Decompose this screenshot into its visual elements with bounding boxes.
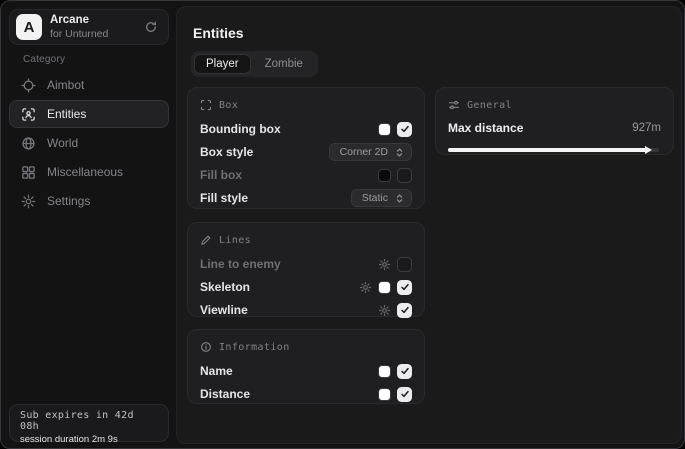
setting-label: Fill style <box>200 191 351 205</box>
max-distance-slider[interactable] <box>448 146 661 154</box>
sidebar-item-label: Entities <box>47 107 86 121</box>
setting-row-line-to-enemy: Line to enemy <box>200 253 412 275</box>
setting-row-max-distance: Max distance 927m <box>448 118 661 138</box>
setting-label: Max distance <box>448 121 632 135</box>
setting-label: Line to enemy <box>200 257 378 271</box>
crosshair-icon <box>21 78 36 93</box>
setting-row-fill-box: Fill box <box>200 164 412 186</box>
tab-zombie[interactable]: Zombie <box>253 54 315 74</box>
chevron-up-down-icon <box>394 147 405 158</box>
setting-label: Box style <box>200 145 329 159</box>
lines-section-title: Lines <box>219 235 251 246</box>
setting-row-bounding-box: Bounding box <box>200 118 412 140</box>
setting-label: Distance <box>200 387 378 401</box>
fill-style-dropdown[interactable]: Static <box>351 189 412 207</box>
sidebar-header: A Arcane for Unturned <box>9 9 169 45</box>
checkbox[interactable] <box>397 387 412 402</box>
checkbox[interactable] <box>397 122 412 137</box>
color-swatch[interactable] <box>378 123 391 136</box>
setting-row-viewline: Viewline <box>200 299 412 321</box>
sidebar-nav: Aimbot Entities World <box>9 71 169 216</box>
sidebar-item-label: Aimbot <box>47 78 84 92</box>
entity-tabs: Player Zombie <box>191 51 318 77</box>
sync-icon[interactable] <box>144 20 158 34</box>
page-title: Entities <box>193 25 244 41</box>
setting-label: Fill box <box>200 168 378 182</box>
max-distance-value: 927m <box>632 122 661 134</box>
scan-person-icon <box>21 107 36 122</box>
setting-label: Viewline <box>200 303 378 317</box>
setting-row-fill-style: Fill style Static <box>200 187 412 209</box>
dropdown-value: Corner 2D <box>340 146 388 158</box>
subscription-info: Sub expires in 42d 08h session duration … <box>9 404 169 442</box>
sidebar-item-entities[interactable]: Entities <box>9 100 169 128</box>
setting-row-box-style: Box style Corner 2D <box>200 141 412 163</box>
box-section-header: Box <box>200 99 412 111</box>
slider-handle[interactable] <box>645 146 652 154</box>
dropdown-value: Static <box>362 192 388 204</box>
color-swatch[interactable] <box>378 281 391 294</box>
box-brackets-icon <box>200 99 212 111</box>
slider-fill <box>448 148 646 152</box>
category-label: Category <box>23 54 65 65</box>
app-title: Arcane <box>50 14 136 27</box>
app-title-block: Arcane for Unturned <box>50 14 136 39</box>
checkbox[interactable] <box>397 168 412 183</box>
setting-label: Skeleton <box>200 280 359 294</box>
row-settings-gear-icon[interactable] <box>378 304 391 317</box>
setting-label: Bounding box <box>200 122 378 136</box>
setting-row-name: Name <box>200 360 412 382</box>
information-section-header: Information <box>200 341 412 353</box>
tab-player[interactable]: Player <box>194 54 251 74</box>
color-swatch[interactable] <box>378 169 391 182</box>
sliders-icon <box>448 99 460 111</box>
color-swatch[interactable] <box>378 365 391 378</box>
gear-icon <box>21 194 36 209</box>
sub-expiry-text: Sub expires in 42d 08h <box>20 410 158 432</box>
sidebar-item-label: Settings <box>47 194 90 208</box>
color-swatch[interactable] <box>378 388 391 401</box>
sidebar-item-world[interactable]: World <box>9 129 169 157</box>
info-icon <box>200 341 212 353</box>
box-style-dropdown[interactable]: Corner 2D <box>329 143 412 161</box>
grid-icon <box>21 165 36 180</box>
sidebar-item-label: World <box>47 136 78 150</box>
information-section: Information Name Distance <box>187 329 425 404</box>
session-duration-text: session duration 2m 9s <box>20 434 158 445</box>
setting-row-distance: Distance <box>200 383 412 405</box>
general-section-title: General <box>467 100 512 111</box>
checkbox[interactable] <box>397 280 412 295</box>
pencil-line-icon <box>200 234 212 246</box>
app-subtitle: for Unturned <box>50 28 136 40</box>
lines-section: Lines Line to enemy Skeleton <box>187 222 425 317</box>
sidebar-item-miscellaneous[interactable]: Miscellaneous <box>9 158 169 186</box>
main-panel: Entities Player Zombie Box Bounding box <box>176 6 682 444</box>
box-section: Box Bounding box Box style Corner 2D <box>187 87 425 209</box>
app-window: A Arcane for Unturned Category Aimbot <box>0 0 685 449</box>
sidebar-item-label: Miscellaneous <box>47 165 123 179</box>
setting-row-skeleton: Skeleton <box>200 276 412 298</box>
row-settings-gear-icon[interactable] <box>378 258 391 271</box>
general-section: General Max distance 927m <box>435 87 674 155</box>
sidebar-item-aimbot[interactable]: Aimbot <box>9 71 169 99</box>
chevron-up-down-icon <box>394 193 405 204</box>
general-section-header: General <box>448 99 661 111</box>
setting-label: Name <box>200 364 378 378</box>
lines-section-header: Lines <box>200 234 412 246</box>
checkbox[interactable] <box>397 364 412 379</box>
row-settings-gear-icon[interactable] <box>359 281 372 294</box>
box-section-title: Box <box>219 100 238 111</box>
checkbox[interactable] <box>397 303 412 318</box>
checkbox[interactable] <box>397 257 412 272</box>
app-logo: A <box>16 14 42 40</box>
globe-icon <box>21 136 36 151</box>
sidebar-item-settings[interactable]: Settings <box>9 187 169 215</box>
information-section-title: Information <box>219 342 290 353</box>
sidebar: A Arcane for Unturned Category Aimbot <box>1 1 176 448</box>
